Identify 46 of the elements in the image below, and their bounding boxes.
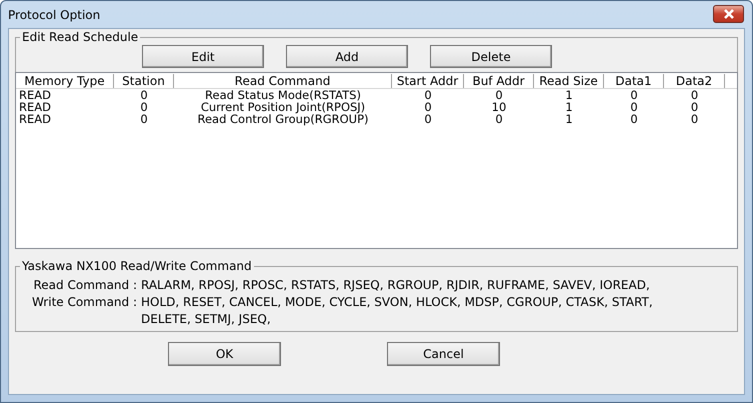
table-cell: 0 xyxy=(140,88,148,102)
table-cell: 0 xyxy=(630,88,638,102)
column-header[interactable]: Memory Type xyxy=(16,74,114,88)
table-cell: Current Position Joint(RPOSJ) xyxy=(200,100,366,114)
table-cell: 1 xyxy=(565,88,573,102)
dialog-button[interactable]: Cancel xyxy=(387,342,500,366)
table-cell: READ xyxy=(19,100,51,114)
table-cell: 0 xyxy=(424,88,432,102)
table-cell: READ xyxy=(19,88,51,102)
table-cell: 0 xyxy=(690,100,698,114)
window-title: Protocol Option xyxy=(8,8,100,22)
table-cell: 0 xyxy=(424,100,432,114)
table-cell: 0 xyxy=(495,112,503,126)
column-header[interactable]: Data1 xyxy=(604,74,664,88)
table-cell: Read Status Mode(RSTATS) xyxy=(205,88,361,102)
table-cell: 1 xyxy=(565,100,573,114)
action-button[interactable]: Edit xyxy=(142,45,264,68)
table-cell: 0 xyxy=(630,112,638,126)
table-cell: 0 xyxy=(690,88,698,102)
close-icon xyxy=(722,8,736,18)
command-label: Write Command : xyxy=(30,294,138,311)
dialog-button[interactable]: OK xyxy=(168,342,281,366)
command-label: Read Command : xyxy=(32,277,138,294)
column-header[interactable]: Read Command xyxy=(174,74,392,88)
close-button[interactable] xyxy=(713,4,744,22)
table-cell: 1 xyxy=(565,112,573,126)
group-title: Edit Read Schedule xyxy=(21,30,140,44)
command-list: RALARM, RPOSJ, RPOSC, RSTATS, RJSEQ, RGROUP, RJDIR, RUFRAME, SAVEV, IOREAD, xyxy=(141,277,689,294)
column-header[interactable]: Start Addr xyxy=(392,74,464,88)
table-cell: 0 xyxy=(140,100,148,114)
command-list: HOLD, RESET, CANCEL, MODE, CYCLE, SVON, HLOCK, MDSP, CGROUP, CTASK, START, DELETE, SETMJ, JSEQ, xyxy=(141,294,689,328)
column-header[interactable]: Read Size xyxy=(534,74,604,88)
table-cell: 0 xyxy=(630,100,638,114)
column-header[interactable]: Station xyxy=(114,74,174,88)
action-button[interactable]: Add xyxy=(286,45,408,68)
table-cell: 10 xyxy=(492,100,506,114)
column-header[interactable]: Data2 xyxy=(664,74,725,88)
group-title: Yaskawa NX100 Read/Write Command xyxy=(21,259,253,273)
action-button[interactable]: Delete xyxy=(430,45,552,68)
table-cell: 0 xyxy=(495,88,503,102)
table-cell: Read Control Group(RGROUP) xyxy=(197,112,369,126)
table-cell: 0 xyxy=(690,112,698,126)
column-header[interactable]: Buf Addr xyxy=(464,74,534,88)
table-cell: READ xyxy=(19,112,51,126)
table-cell: 0 xyxy=(140,112,148,126)
table-cell: 0 xyxy=(424,112,432,126)
